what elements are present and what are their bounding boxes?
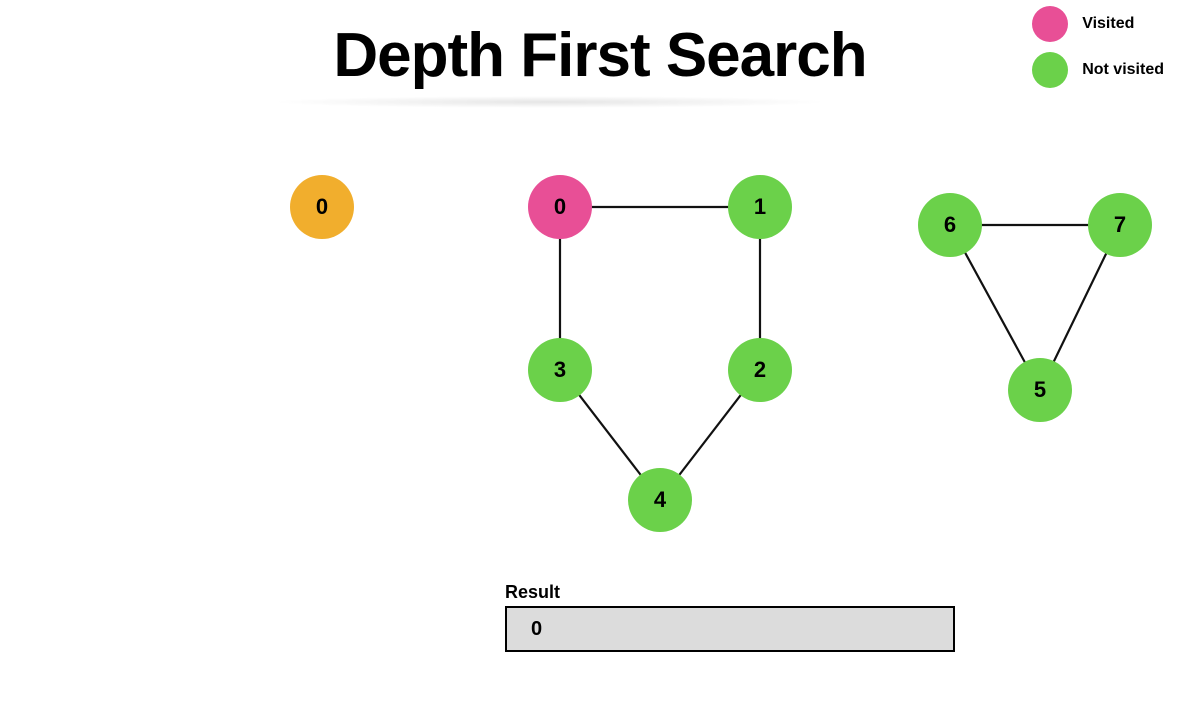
node-2: 2 <box>728 338 792 402</box>
node-label: 7 <box>1114 212 1126 238</box>
node-label: 2 <box>754 357 766 383</box>
stack-node: 0 <box>290 175 354 239</box>
node-label: 3 <box>554 357 566 383</box>
node-0: 0 <box>528 175 592 239</box>
node-1: 1 <box>728 175 792 239</box>
node-5: 5 <box>1008 358 1072 422</box>
node-3: 3 <box>528 338 592 402</box>
node-label: 1 <box>754 194 766 220</box>
node-7: 7 <box>1088 193 1152 257</box>
stack-node-label: 0 <box>316 194 328 220</box>
node-4: 4 <box>628 468 692 532</box>
node-label: 0 <box>554 194 566 220</box>
graph-edges <box>0 0 1200 712</box>
node-label: 5 <box>1034 377 1046 403</box>
graph-stage: 0 1 2 3 4 5 6 7 0 <box>0 0 1200 712</box>
node-label: 4 <box>654 487 666 513</box>
node-6: 6 <box>918 193 982 257</box>
node-label: 6 <box>944 212 956 238</box>
